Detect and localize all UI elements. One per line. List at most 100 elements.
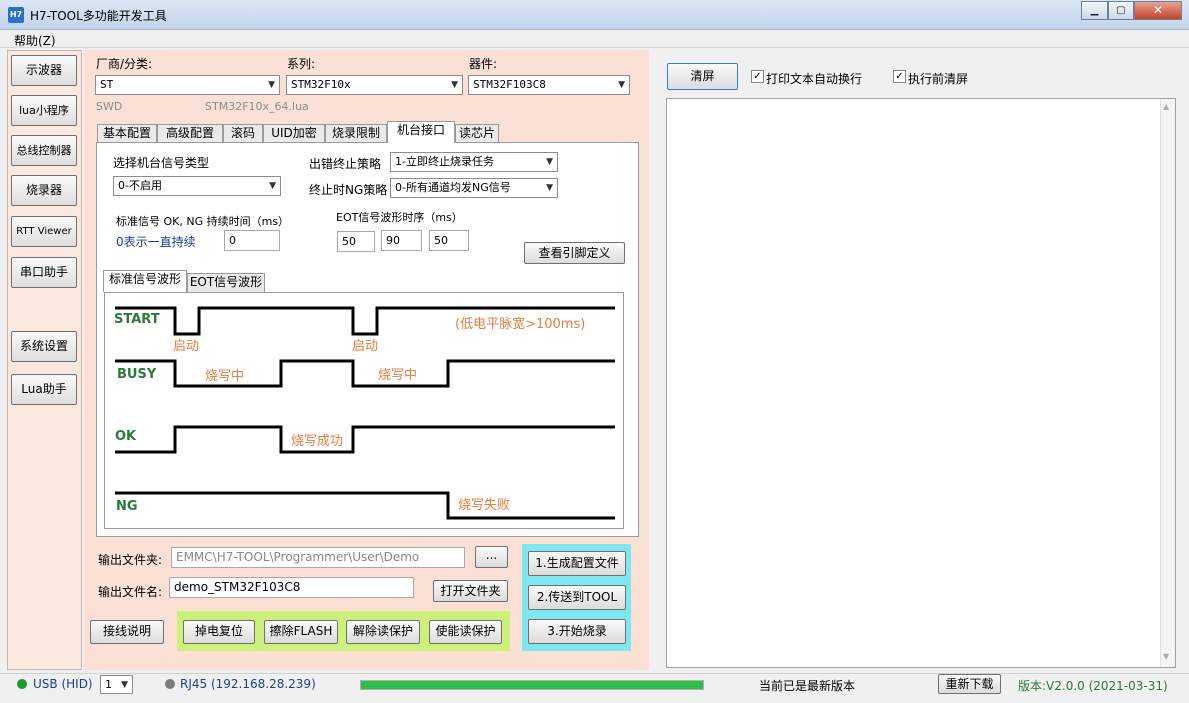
window-title: H7-TOOL多功能开发工具 — [30, 9, 167, 23]
error-policy-value: 1-立即终止烧录任务 — [395, 155, 494, 168]
chevron-down-icon: ▼ — [546, 157, 553, 167]
scroll-down-icon[interactable]: ▼ — [1163, 652, 1169, 661]
title-bar — [0, 0, 1189, 30]
usb-status-icon — [17, 679, 27, 689]
eot-time-2[interactable]: 90 — [381, 230, 422, 251]
start-label: START — [114, 312, 160, 327]
signal-type-value: 0-不启用 — [118, 179, 162, 192]
clear-screen-button[interactable]: 清屏 — [667, 63, 738, 90]
chevron-down-icon: ▼ — [618, 80, 625, 90]
writing-note-2: 烧写中 — [378, 368, 418, 383]
sidebar-item-oscilloscope[interactable]: 示波器 — [11, 55, 77, 86]
error-policy-select[interactable]: 1-立即终止烧录任务 ▼ — [390, 152, 558, 172]
series-label: 系列: — [287, 57, 316, 71]
enable-read-protect-button[interactable]: 使能读保护 — [429, 620, 502, 644]
power-reset-button[interactable]: 掉电复位 — [183, 620, 255, 644]
generate-config-button[interactable]: 1.生成配置文件 — [528, 551, 626, 576]
ok-signal-line — [115, 425, 615, 454]
writing-note: 烧写中 — [205, 369, 245, 384]
sidebar-item-lua-apps[interactable]: lua小程序 — [11, 95, 77, 126]
output-folder-input[interactable]: EMMC\H7-TOOL\Programmer\User\Demo — [171, 547, 465, 568]
tab-machine-interface[interactable]: 机台接口 — [387, 121, 455, 143]
wiring-guide-button[interactable]: 接线说明 — [90, 620, 164, 644]
ng-policy-label: 终止时NG策略 — [309, 183, 388, 197]
chevron-down-icon: ▼ — [546, 183, 553, 193]
output-file-label: 输出文件名: — [98, 585, 163, 599]
send-to-tool-button[interactable]: 2.传送到TOOL — [528, 585, 626, 610]
eot-time-3[interactable]: 50 — [429, 230, 469, 251]
ng-label: NG — [116, 499, 138, 514]
output-folder-label: 输出文件夹: — [98, 553, 163, 567]
interface-text: SWD — [96, 100, 123, 113]
fail-note: 烧写失败 — [458, 498, 511, 513]
chevron-down-icon: ▼ — [451, 80, 458, 90]
eot-label: EOT信号波形时序（ms） — [336, 211, 463, 224]
ok-label: OK — [115, 429, 137, 444]
tab-program-limit[interactable]: 烧录限制 — [325, 124, 387, 143]
device-label: 器件: — [469, 57, 498, 71]
clear-before-checkbox[interactable]: ✓ — [893, 70, 906, 83]
std-time-input[interactable]: 0 — [224, 230, 280, 251]
log-output[interactable] — [666, 98, 1176, 668]
sidebar-item-programmer[interactable]: 烧录器 — [11, 175, 77, 206]
signal-type-label: 选择机台信号类型 — [113, 156, 210, 170]
hold-hint: 0表示一直持续 — [116, 235, 196, 249]
sidebar-item-lua-helper[interactable]: Lua助手 — [11, 374, 77, 405]
browse-button[interactable]: ... — [475, 546, 508, 568]
wrap-checkbox[interactable]: ✓ — [751, 70, 764, 83]
menu-help[interactable]: 帮助(Z) — [14, 32, 56, 49]
tab-basic-config[interactable]: 基本配置 — [97, 124, 157, 143]
tab-rolling-code[interactable]: 滚码 — [223, 124, 263, 143]
busy-signal-line — [115, 359, 615, 388]
progress-bar — [360, 680, 704, 690]
erase-flash-button[interactable]: 擦除FLASH — [264, 620, 338, 644]
pin-definition-button[interactable]: 查看引脚定义 — [524, 242, 625, 264]
update-status: 当前已是最新版本 — [759, 679, 856, 693]
tab-standard-wave[interactable]: 标准信号波形 — [103, 270, 187, 292]
clear-before-label: 执行前清屏 — [908, 72, 969, 86]
start-note-2: 启动 — [352, 339, 379, 354]
signal-type-select[interactable]: 0-不启用 ▼ — [113, 176, 281, 196]
open-folder-button[interactable]: 打开文件夹 — [433, 580, 508, 602]
progress-fill — [361, 681, 703, 689]
success-note: 烧写成功 — [291, 434, 344, 449]
vendor-select[interactable]: ST ▼ — [95, 75, 280, 95]
menu-bar — [0, 30, 1189, 48]
tab-eot-wave[interactable]: EOT信号波形 — [187, 273, 265, 292]
chevron-down-icon: ▼ — [269, 181, 276, 191]
version-text: 版本:V2.0.0 (2021-03-31) — [1018, 679, 1168, 693]
error-policy-label: 出错终止策略 — [309, 157, 382, 171]
device-value: STM32F103C8 — [473, 78, 546, 91]
rj45-status: RJ45 (192.168.28.239) — [180, 677, 316, 691]
ng-policy-select[interactable]: 0-所有通道均发NG信号 ▼ — [390, 178, 558, 198]
output-file-input[interactable]: demo_STM32F103C8 — [169, 577, 414, 598]
pulse-note: (低电平脉宽>100ms) — [455, 317, 586, 332]
channel-select[interactable]: 1 ▼ — [100, 675, 133, 694]
eot-time-1[interactable]: 50 — [337, 231, 375, 252]
sidebar-item-bus-controller[interactable]: 总线控制器 — [11, 135, 77, 166]
wrap-label: 打印文本自动换行 — [766, 72, 863, 86]
busy-label: BUSY — [117, 367, 157, 382]
tab-read-chip[interactable]: 读芯片 — [455, 124, 499, 143]
scroll-up-icon[interactable]: ▲ — [1163, 102, 1169, 111]
log-scrollbar[interactable] — [1160, 99, 1175, 667]
maximize-button[interactable]: ▢ — [1108, 1, 1134, 20]
chevron-down-icon: ▼ — [121, 680, 128, 690]
minimize-button[interactable]: ▁ — [1081, 1, 1108, 20]
rj45-status-icon — [165, 679, 175, 689]
remove-read-protect-button[interactable]: 解除读保护 — [346, 620, 420, 644]
close-button[interactable]: ✕ — [1134, 1, 1182, 20]
sidebar-item-rtt-viewer[interactable]: RTT Viewer — [11, 216, 77, 247]
start-program-button[interactable]: 3.开始烧录 — [528, 619, 626, 644]
vendor-value: ST — [100, 78, 114, 91]
sidebar-item-settings[interactable]: 系统设置 — [11, 331, 77, 362]
tab-advanced-config[interactable]: 高级配置 — [157, 124, 223, 143]
tab-uid-encrypt[interactable]: UID加密 — [263, 124, 325, 143]
channel-value: 1 — [105, 678, 112, 691]
device-select[interactable]: STM32F103C8 ▼ — [468, 75, 630, 95]
start-note: 启动 — [173, 339, 200, 354]
sidebar-item-serial-assistant[interactable]: 串口助手 — [11, 257, 77, 288]
app-icon: H7 — [8, 7, 24, 23]
redownload-button[interactable]: 重新下载 — [938, 674, 1001, 694]
series-select[interactable]: STM32F10x ▼ — [286, 75, 463, 95]
